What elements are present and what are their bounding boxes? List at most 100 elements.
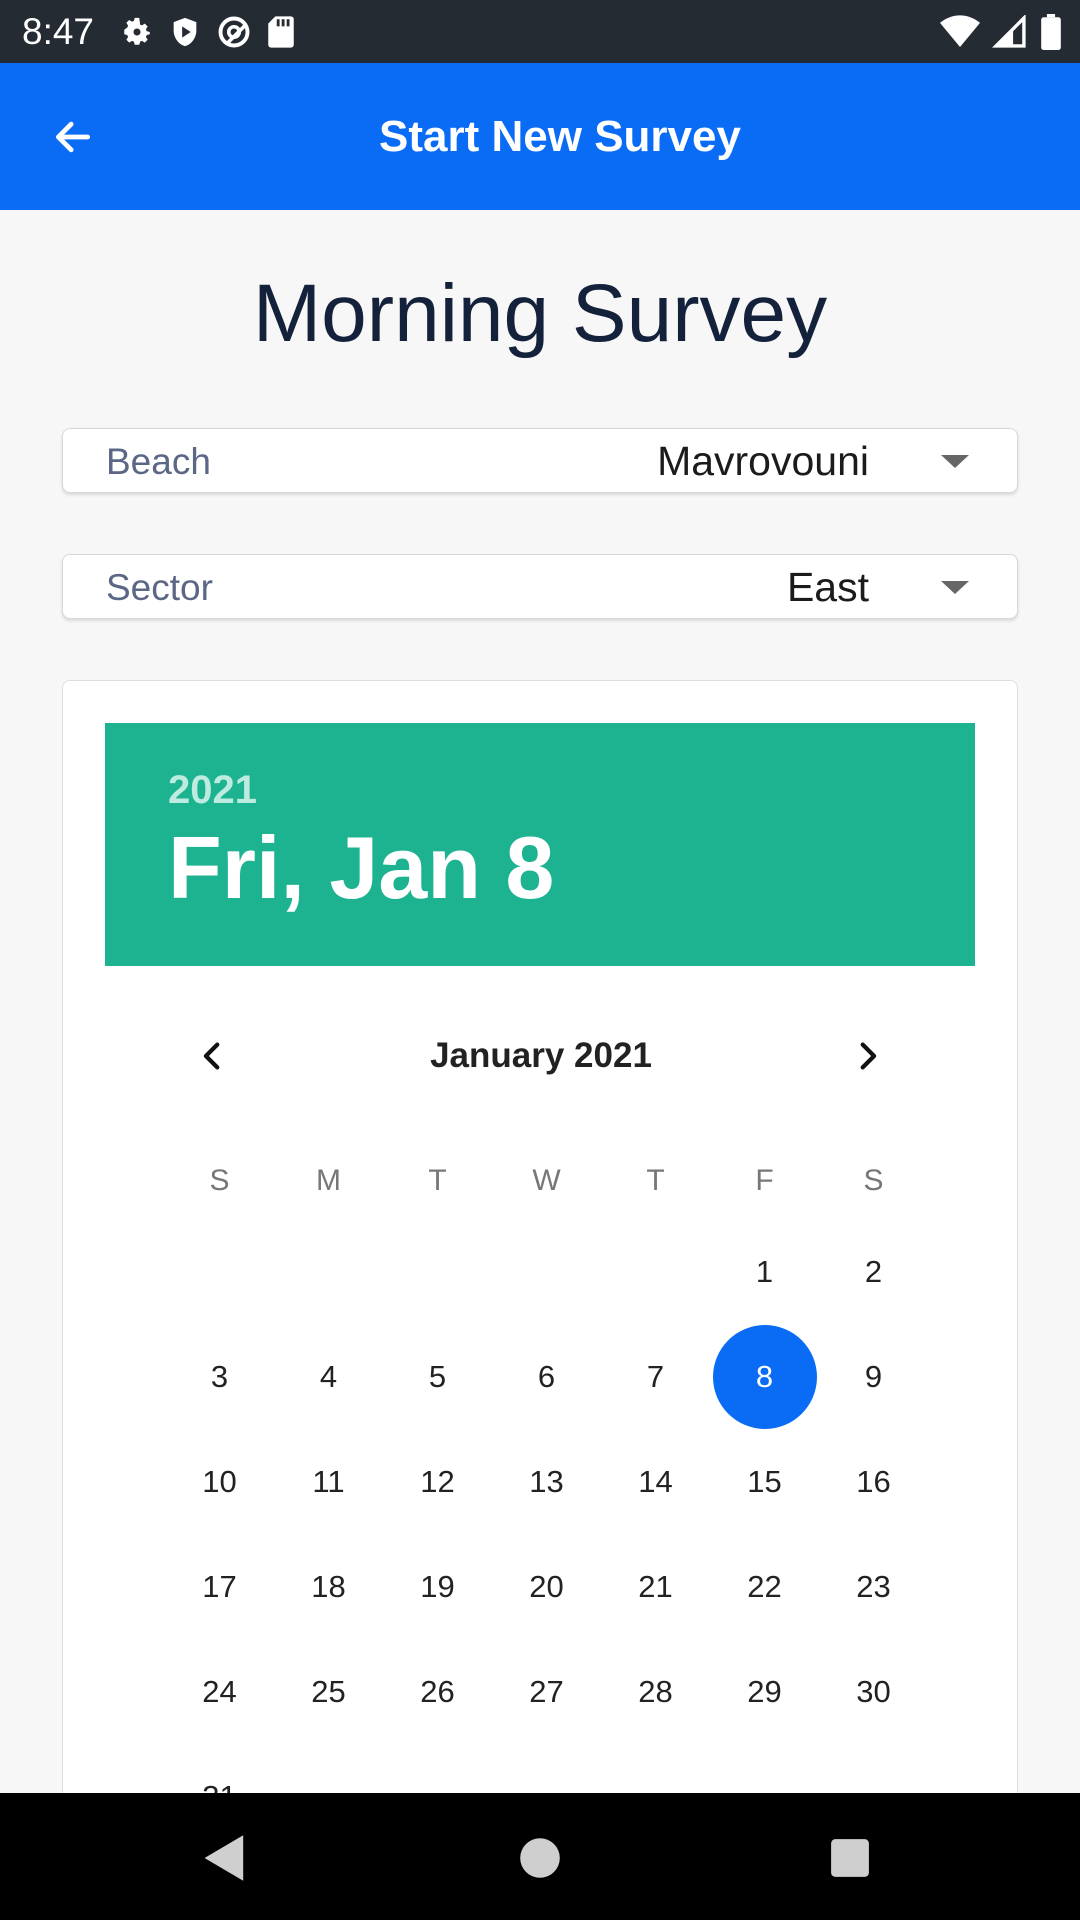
day-number: 30: [856, 1673, 891, 1709]
day-cell[interactable]: 24: [165, 1639, 274, 1744]
day-number: 24: [202, 1673, 237, 1709]
battery-icon: [1041, 14, 1061, 50]
arrow-left-icon: [55, 121, 91, 153]
system-back-button[interactable]: [190, 1823, 260, 1893]
day-number: 4: [319, 1358, 338, 1394]
day-cell[interactable]: 11: [274, 1429, 383, 1534]
day-cell[interactable]: 7: [601, 1324, 710, 1429]
weekday-label: S: [209, 1164, 230, 1197]
day-number: 14: [638, 1463, 673, 1499]
day-number: 19: [420, 1568, 455, 1604]
beach-label: Beach: [106, 441, 211, 482]
day-number: 8: [712, 1324, 817, 1429]
day-cell[interactable]: 29: [710, 1639, 819, 1744]
sector-label: Sector: [106, 567, 213, 608]
weekday-label: S: [863, 1164, 884, 1197]
day-cell[interactable]: 30: [819, 1639, 928, 1744]
day-number: 2: [864, 1253, 883, 1289]
day-cell[interactable]: 14: [601, 1429, 710, 1534]
day-cell[interactable]: 23: [819, 1534, 928, 1639]
date-picker-card: 2021 Fri, Jan 8 January 2021 SMTWTFS 123…: [62, 680, 1018, 1920]
system-recents-button[interactable]: [815, 1823, 885, 1893]
day-cell[interactable]: 22: [710, 1534, 819, 1639]
chevron-left-icon: [203, 1042, 220, 1070]
day-number: 25: [311, 1673, 346, 1709]
system-home-button[interactable]: [505, 1823, 575, 1893]
weekday-label: M: [316, 1164, 341, 1197]
sector-value: East: [786, 564, 869, 610]
day-cell[interactable]: 17: [165, 1534, 274, 1639]
day-cell[interactable]: 19: [383, 1534, 492, 1639]
day-number: 5: [428, 1358, 447, 1394]
day-number: 27: [529, 1673, 564, 1709]
date-picker-header: 2021 Fri, Jan 8: [105, 723, 975, 966]
signal-icon: [992, 15, 1026, 48]
day-cell[interactable]: 20: [492, 1534, 601, 1639]
day-cell[interactable]: 2: [819, 1219, 928, 1324]
day-number: 20: [529, 1568, 564, 1604]
day-number: 15: [747, 1463, 782, 1499]
day-number: 13: [529, 1463, 564, 1499]
status-icons-left: [120, 12, 296, 52]
back-button[interactable]: [38, 105, 108, 169]
day-cell[interactable]: 16: [819, 1429, 928, 1534]
weekday-label: W: [532, 1164, 561, 1197]
day-number: 26: [420, 1673, 455, 1709]
dropdown-arrow-icon: [941, 581, 969, 594]
day-number: 7: [646, 1358, 665, 1394]
system-nav-bar: [0, 1793, 1080, 1920]
day-cell[interactable]: 25: [274, 1639, 383, 1744]
day-cell[interactable]: 26: [383, 1639, 492, 1744]
day-cell-selected[interactable]: 8: [710, 1324, 819, 1429]
previous-month-button[interactable]: [178, 1021, 248, 1091]
dropdown-arrow-icon: [941, 455, 969, 468]
day-cell[interactable]: 3: [165, 1324, 274, 1429]
day-cell[interactable]: 15: [710, 1429, 819, 1534]
weekday-label: F: [755, 1164, 774, 1197]
status-icons-right: [940, 12, 1062, 52]
sector-dropdown[interactable]: Sector East: [62, 554, 1018, 619]
day-number: 18: [311, 1568, 346, 1604]
day-number: 22: [747, 1568, 782, 1604]
day-number: 17: [202, 1568, 237, 1604]
day-cell[interactable]: 5: [383, 1324, 492, 1429]
day-number: 28: [638, 1673, 673, 1709]
wifi-icon: [940, 15, 980, 48]
day-number: 21: [638, 1568, 673, 1604]
day-cell[interactable]: 6: [492, 1324, 601, 1429]
app-bar: Start New Survey: [0, 63, 1080, 210]
selected-year[interactable]: 2021: [168, 768, 257, 813]
at-sign-icon: [218, 16, 250, 48]
day-cell[interactable]: 28: [601, 1639, 710, 1744]
day-number: 9: [864, 1358, 883, 1394]
page-title: Morning Survey: [252, 268, 828, 359]
day-number: 11: [312, 1463, 345, 1499]
day-cell[interactable]: 27: [492, 1639, 601, 1744]
day-number: 12: [420, 1463, 455, 1499]
day-number: 16: [856, 1463, 891, 1499]
day-cell[interactable]: 12: [383, 1429, 492, 1534]
day-number: 6: [537, 1358, 556, 1394]
day-cell[interactable]: 10: [165, 1429, 274, 1534]
next-month-button[interactable]: [832, 1021, 902, 1091]
app-bar-title: Start New Survey: [379, 112, 741, 161]
day-number: 10: [202, 1463, 237, 1499]
day-number: 29: [747, 1673, 782, 1709]
day-cell[interactable]: 9: [819, 1324, 928, 1429]
beach-dropdown[interactable]: Beach Mavrovouni: [62, 428, 1018, 493]
selected-date: Fri, Jan 8: [168, 818, 555, 917]
weekday-label: T: [646, 1164, 665, 1197]
day-cell[interactable]: 1: [710, 1219, 819, 1324]
day-cell[interactable]: 13: [492, 1429, 601, 1534]
day-cell[interactable]: 21: [601, 1534, 710, 1639]
chevron-right-icon: [860, 1042, 877, 1070]
beach-value: Mavrovouni: [657, 438, 869, 484]
status-time: 8:47: [22, 11, 95, 52]
day-cell[interactable]: 4: [274, 1324, 383, 1429]
day-cell[interactable]: 18: [274, 1534, 383, 1639]
day-number: 23: [856, 1568, 891, 1604]
weekday-header: SMTWTFS: [165, 1156, 928, 1206]
day-number: 3: [210, 1358, 229, 1394]
settings-icon: [124, 17, 150, 45]
sd-card-icon: [268, 16, 294, 48]
